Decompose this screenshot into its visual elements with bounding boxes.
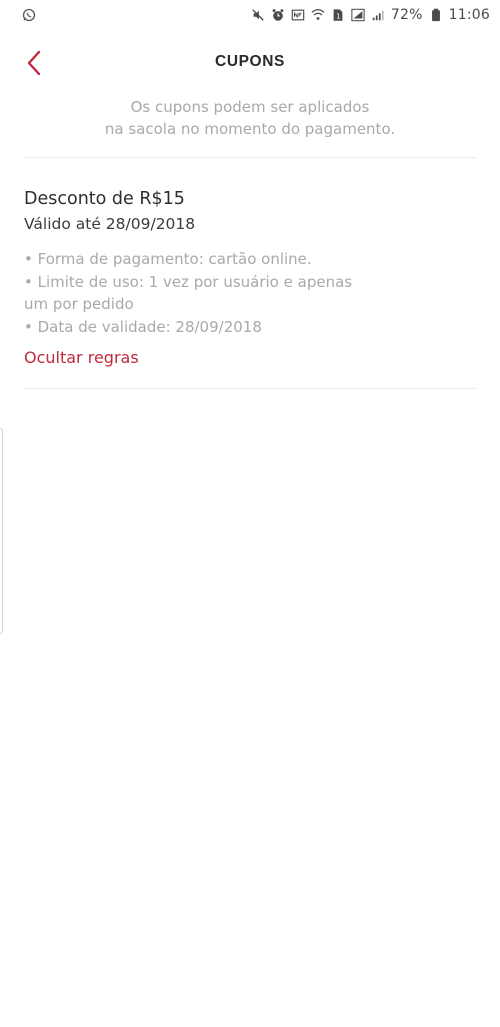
page-title: CUPONS — [215, 53, 285, 70]
coupon-card: Desconto de R$15 Válido até 28/09/2018 •… — [24, 186, 476, 367]
coupon-validity: Válido até 28/09/2018 — [24, 215, 196, 233]
rule-line: • Data de validade: 28/09/2018 — [24, 317, 262, 336]
mute-icon — [251, 8, 265, 22]
battery-icon — [429, 8, 443, 22]
coupon-title: Desconto de R$15 — [24, 189, 185, 209]
nfc-icon — [291, 8, 305, 22]
sim-icon: 1 — [331, 8, 345, 22]
rule-line: • Limite de uso: 1 vez por usuário e ape… — [24, 272, 353, 291]
whatsapp-icon — [22, 8, 36, 22]
rule-line: • Forma de pagamento: cartão online. — [24, 250, 312, 268]
wifi-icon — [311, 8, 325, 22]
info-line-1: Os cupons podem ser aplicados — [130, 98, 370, 116]
alarm-icon — [271, 8, 285, 22]
status-bar-left — [22, 8, 36, 22]
rule-line: um por pedido — [24, 295, 134, 313]
divider-top — [24, 157, 476, 158]
hide-rules-link[interactable]: Ocultar regras — [24, 348, 139, 367]
coupons-screen: 1 72% 11:06 CUPONS Os cupons podem ser a… — [0, 0, 500, 1027]
signal-icon-2 — [371, 8, 385, 22]
edge-panel-handle[interactable] — [0, 428, 3, 634]
coupon-rules: • Forma de pagamento: cartão online. • L… — [24, 248, 404, 338]
signal-icon — [351, 8, 365, 22]
status-bar: 1 72% 11:06 — [0, 0, 500, 30]
divider-bottom — [24, 388, 476, 389]
battery-percent: 72% — [390, 7, 423, 23]
info-line-2: na sacola no momento do pagamento. — [104, 120, 396, 138]
header: CUPONS — [0, 40, 500, 86]
coupons-info-text: Os cupons podem ser aplicados na sacola … — [0, 96, 500, 140]
svg-text:1: 1 — [336, 13, 340, 21]
clock: 11:06 — [448, 7, 490, 23]
status-bar-right: 1 72% 11:06 — [251, 7, 490, 23]
